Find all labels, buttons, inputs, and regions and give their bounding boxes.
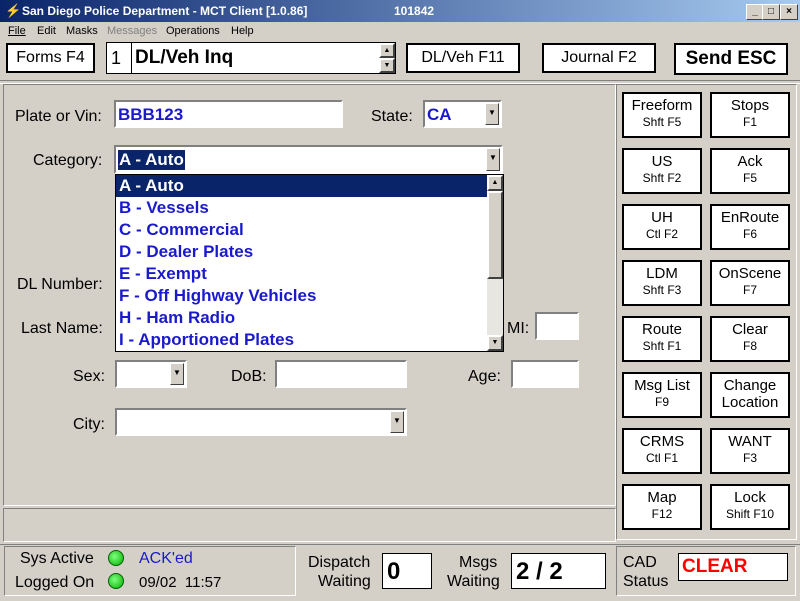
mask-number: 1 — [111, 48, 122, 68]
plate-label: Plate or Vin: — [15, 108, 102, 125]
date-time: 09/02 11:57 — [139, 574, 222, 591]
category-dropdown-list[interactable]: A - Auto B - Vessels C - Commercial D - … — [115, 174, 504, 352]
uh-button[interactable]: UH Ctl F2 — [622, 204, 702, 250]
list-item[interactable]: E - Exempt — [116, 263, 503, 285]
lastname-label: Last Name: — [21, 320, 103, 337]
send-button[interactable]: Send ESC — [674, 43, 788, 75]
mi-label: MI: — [507, 320, 530, 337]
cad-status-box: CLEAR — [678, 553, 788, 581]
sys-active-label: Sys Active — [20, 550, 94, 567]
chevron-down-icon[interactable]: ▼ — [170, 363, 184, 385]
ack-status: ACK'ed — [139, 550, 193, 567]
list-item[interactable]: D - Dealer Plates — [116, 241, 503, 263]
mask-divider — [131, 43, 132, 73]
logged-on-label: Logged On — [15, 574, 95, 591]
maximize-button[interactable]: □ — [762, 4, 780, 20]
clear-button[interactable]: Clear F8 — [710, 316, 790, 362]
category-label: Category: — [33, 152, 103, 169]
state-value: CA — [427, 105, 452, 124]
lock-button[interactable]: Lock Shift F10 — [710, 484, 790, 530]
dob-input[interactable] — [275, 360, 407, 388]
enroute-button[interactable]: EnRoute F6 — [710, 204, 790, 250]
plate-input[interactable]: BBB123 — [114, 100, 343, 128]
forms-button[interactable]: Forms F4 — [6, 43, 95, 73]
list-item[interactable]: I - Apportioned Plates — [116, 329, 503, 351]
dispatch-waiting-box: 0 — [382, 553, 432, 589]
menu-file[interactable]: File — [8, 25, 26, 37]
menu-operations[interactable]: Operations — [166, 25, 220, 37]
list-item[interactable]: B - Vessels — [116, 197, 503, 219]
msgs-waiting-value: 2 / 2 — [516, 558, 563, 585]
sex-select[interactable]: ▼ — [115, 360, 187, 388]
crms-button[interactable]: CRMS Ctl F1 — [622, 428, 702, 474]
title-bar: ⚡ San Diego Police Department - MCT Clie… — [0, 0, 800, 22]
scroll-up-button[interactable]: ▲ — [487, 175, 503, 191]
dob-label: DoB: — [231, 368, 267, 385]
state-label: State: — [371, 108, 413, 125]
ldm-button[interactable]: LDM Shft F3 — [622, 260, 702, 306]
age-input[interactable] — [511, 360, 579, 388]
app-icon: ⚡ — [5, 3, 22, 18]
scroll-thumb[interactable] — [487, 191, 503, 279]
want-button[interactable]: WANT F3 — [710, 428, 790, 474]
chevron-down-icon[interactable]: ▼ — [485, 103, 499, 125]
stops-button[interactable]: Stops F1 — [710, 92, 790, 138]
route-button[interactable]: Route Shft F1 — [622, 316, 702, 362]
msgs-label-2: Waiting — [447, 573, 500, 590]
category-value: A - Auto — [118, 150, 185, 170]
msgs-waiting-box: 2 / 2 — [511, 553, 606, 589]
onscene-button[interactable]: OnScene F7 — [710, 260, 790, 306]
mask-spin-down[interactable]: ▼ — [379, 58, 395, 73]
journal-button[interactable]: Journal F2 — [542, 43, 656, 73]
mask-name: DL/Veh Inq — [135, 47, 234, 68]
sex-label: Sex: — [73, 368, 106, 385]
list-item[interactable]: C - Commercial — [116, 219, 503, 241]
city-label: City: — [73, 416, 105, 433]
menu-masks[interactable]: Masks — [66, 25, 98, 37]
category-select[interactable]: A - Auto ▼ — [114, 145, 503, 174]
dropdown-scrollbar[interactable]: ▲ ▼ — [487, 175, 503, 351]
chevron-down-icon[interactable]: ▼ — [486, 148, 500, 171]
cad-label-2: Status — [623, 573, 669, 590]
list-item[interactable]: F - Off Highway Vehicles — [116, 285, 503, 307]
menu-messages[interactable]: Messages — [107, 25, 157, 37]
menu-edit[interactable]: Edit — [37, 25, 56, 37]
list-item[interactable]: H - Ham Radio — [116, 307, 503, 329]
change-location-button[interactable]: Change Location — [710, 372, 790, 418]
dispatch-waiting-value: 0 — [387, 558, 401, 585]
state-select[interactable]: CA ▼ — [423, 100, 502, 128]
msg-list-button[interactable]: Msg List F9 — [622, 372, 702, 418]
sys-active-indicator — [108, 550, 124, 566]
window-id-number: 101842 — [394, 4, 435, 18]
plate-value: BBB123 — [118, 105, 184, 124]
msgs-label-1: Msgs — [459, 554, 498, 571]
dl-number-label: DL Number: — [17, 276, 103, 293]
chevron-down-icon[interactable]: ▼ — [390, 411, 404, 433]
window-title: San Diego Police Department - MCT Client… — [22, 4, 308, 18]
menu-bar: File Edit Masks Messages Operations Help — [0, 22, 800, 40]
close-button[interactable]: × — [780, 4, 798, 20]
scroll-down-button[interactable]: ▼ — [487, 335, 503, 351]
message-panel — [3, 508, 616, 542]
cad-status-value: CLEAR — [682, 556, 748, 577]
logged-on-indicator — [108, 573, 124, 589]
cad-label-1: CAD — [623, 554, 657, 571]
dlveh-button[interactable]: DL/Veh F11 — [406, 43, 520, 73]
mi-input[interactable] — [535, 312, 579, 340]
map-button[interactable]: Map F12 — [622, 484, 702, 530]
menu-help[interactable]: Help — [231, 25, 254, 37]
city-select[interactable]: ▼ — [115, 408, 407, 436]
mask-spin-up[interactable]: ▲ — [379, 43, 395, 58]
dispatch-label-1: Dispatch — [308, 554, 371, 571]
ack-button[interactable]: Ack F5 — [710, 148, 790, 194]
dispatch-label-2: Waiting — [318, 573, 371, 590]
us-button[interactable]: US Shft F2 — [622, 148, 702, 194]
age-label: Age: — [468, 368, 501, 385]
list-item[interactable]: A - Auto — [116, 175, 503, 197]
mask-selector[interactable]: 1 DL/Veh Inq ▲ ▼ — [106, 42, 396, 74]
freeform-button[interactable]: Freeform Shft F5 — [622, 92, 702, 138]
